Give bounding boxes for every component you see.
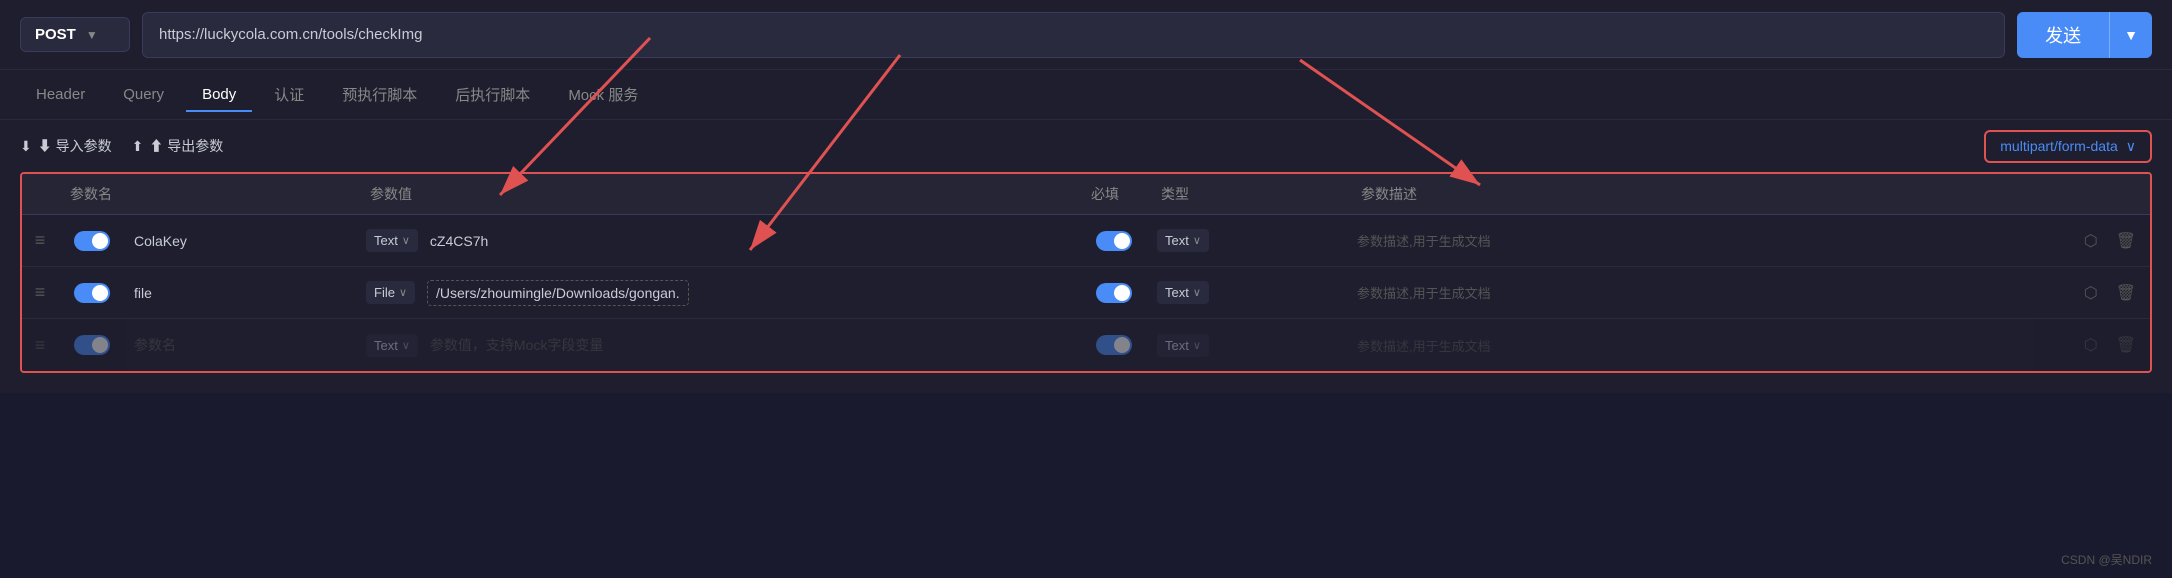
row3-type-selector[interactable]: Text ∨ xyxy=(366,334,418,357)
method-label: POST xyxy=(35,26,76,43)
col-value: 参数值 xyxy=(358,184,1079,204)
row1-type-label: Text xyxy=(374,233,398,248)
send-button[interactable]: 发送 xyxy=(2017,12,2109,58)
row2-desc: 参数描述,用于生成文档 xyxy=(1349,283,2070,302)
col-drag xyxy=(22,184,58,204)
row3-value: 参数值，支持Mock字段变量 xyxy=(422,335,611,355)
row3-toggle[interactable] xyxy=(66,335,118,355)
row1-desc: 参数描述,用于生成文档 xyxy=(1349,231,2070,250)
row3-required-toggle[interactable] xyxy=(1088,335,1140,355)
format-selector[interactable]: multipart/form-data ∨ xyxy=(1984,130,2152,163)
tab-pre-script[interactable]: 预执行脚本 xyxy=(326,76,433,113)
export-label: ⬆ 导出参数 xyxy=(149,136,223,156)
drag-handle[interactable]: ≡ xyxy=(22,282,58,303)
tab-post-script[interactable]: 后执行脚本 xyxy=(439,76,546,113)
tab-query[interactable]: Query xyxy=(107,78,180,111)
tab-auth[interactable]: 认证 xyxy=(258,76,320,113)
col-name: 参数名 xyxy=(58,184,358,204)
export-params-button[interactable]: ⬆ ⬆ 导出参数 xyxy=(132,136,224,156)
method-selector[interactable]: POST ▼ xyxy=(20,17,130,52)
row3-desc: 参数描述,用于生成文档 xyxy=(1349,336,2070,355)
url-input[interactable] xyxy=(142,12,2005,58)
row2-type-label: File xyxy=(374,285,395,300)
row3-value-type-chevron: ∨ xyxy=(1193,339,1201,352)
row2-required-toggle[interactable] xyxy=(1088,283,1140,303)
row2-value-type-selector[interactable]: Text ∨ xyxy=(1157,281,1209,304)
row2-type-selector[interactable]: File ∨ xyxy=(366,281,415,304)
drag-handle[interactable]: ≡ xyxy=(22,335,58,356)
watermark: CSDN @吴NDIR xyxy=(2061,551,2152,568)
row3-value-type-selector[interactable]: Text ∨ xyxy=(1157,334,1209,357)
row1-value-type-selector[interactable]: Text ∨ xyxy=(1157,229,1209,252)
row1-required-toggle[interactable] xyxy=(1088,231,1140,251)
page-wrapper: POST ▼ 发送 ▼ Header Query Body 认证 预执行脚本 后… xyxy=(0,0,2172,393)
row1-type-chevron: ∨ xyxy=(402,234,410,247)
send-dropdown-button[interactable]: ▼ xyxy=(2109,12,2152,58)
row1-copy-button[interactable]: ⬡ xyxy=(2080,227,2102,255)
col-actions xyxy=(2070,184,2150,204)
export-icon: ⬆ xyxy=(132,138,144,155)
send-btn-group: 发送 ▼ xyxy=(2017,12,2152,58)
import-label: ⬇ 导入参数 xyxy=(38,136,112,156)
table-row: ≡ 参数名 Text ∨ 参数值，支持Mock字段变量 xyxy=(22,319,2150,371)
row1-value-type-label: Text xyxy=(1165,233,1189,248)
row1-actions: ⬡ 🗑 xyxy=(2070,227,2150,255)
row3-delete-button[interactable]: 🗑 xyxy=(2112,331,2140,359)
col-desc: 参数描述 xyxy=(1349,184,2070,204)
params-table: 参数名 参数值 必填 类型 参数描述 ≡ ColaKey xyxy=(20,172,2152,373)
row3-param-name: 参数名 xyxy=(126,335,184,355)
row2-value: /Users/zhoumingle/Downloads/gongan. xyxy=(427,280,689,306)
import-params-button[interactable]: ⬇ ⬇ 导入参数 xyxy=(20,136,112,156)
row2-copy-button[interactable]: ⬡ xyxy=(2080,279,2102,307)
col-type: 类型 xyxy=(1149,184,1349,204)
action-bar: ⬇ ⬇ 导入参数 ⬆ ⬆ 导出参数 multipart/form-data ∨ xyxy=(0,120,2172,172)
tab-header[interactable]: Header xyxy=(20,78,101,111)
row3-type-chevron: ∨ xyxy=(402,339,410,352)
row2-delete-button[interactable]: 🗑 xyxy=(2112,279,2140,307)
row1-delete-button[interactable]: 🗑 xyxy=(2112,227,2140,255)
top-bar: POST ▼ 发送 ▼ xyxy=(0,0,2172,70)
row2-toggle[interactable] xyxy=(66,283,118,303)
params-container: 参数名 参数值 必填 类型 参数描述 ≡ ColaKey xyxy=(0,172,2172,393)
tab-mock[interactable]: Mock 服务 xyxy=(552,76,654,113)
table-row: ≡ file File ∨ /Users/zhoumingle/Download… xyxy=(22,267,2150,319)
tab-body[interactable]: Body xyxy=(186,78,252,111)
row2-type-chevron: ∨ xyxy=(399,286,407,299)
row2-value-type-chevron: ∨ xyxy=(1193,286,1201,299)
row3-type-label: Text xyxy=(374,338,398,353)
row2-actions: ⬡ 🗑 xyxy=(2070,279,2150,307)
row2-param-name: file xyxy=(126,285,160,301)
tab-bar: Header Query Body 认证 预执行脚本 后执行脚本 Mock 服务 xyxy=(0,70,2172,120)
import-icon: ⬇ xyxy=(20,138,32,155)
row1-toggle[interactable] xyxy=(66,231,118,251)
row3-copy-button[interactable]: ⬡ xyxy=(2080,331,2102,359)
params-table-header: 参数名 参数值 必填 类型 参数描述 xyxy=(22,174,2150,215)
row3-actions: ⬡ 🗑 xyxy=(2070,331,2150,359)
row1-type-selector[interactable]: Text ∨ xyxy=(366,229,418,252)
row2-value-type-label: Text xyxy=(1165,285,1189,300)
method-chevron: ▼ xyxy=(86,28,98,42)
row1-value: cZ4CS7h xyxy=(422,233,496,249)
action-bar-left: ⬇ ⬇ 导入参数 ⬆ ⬆ 导出参数 xyxy=(20,136,223,156)
format-chevron: ∨ xyxy=(2126,138,2136,155)
drag-handle[interactable]: ≡ xyxy=(22,230,58,251)
row3-value-type-label: Text xyxy=(1165,338,1189,353)
col-required: 必填 xyxy=(1079,184,1149,204)
row1-value-type-chevron: ∨ xyxy=(1193,234,1201,247)
table-row: ≡ ColaKey Text ∨ cZ4CS7h xyxy=(22,215,2150,267)
format-label: multipart/form-data xyxy=(2000,138,2117,154)
row1-param-name: ColaKey xyxy=(126,233,195,249)
